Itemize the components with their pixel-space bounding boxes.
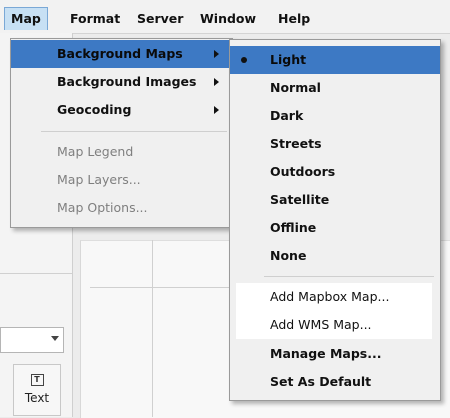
menubar-server[interactable]: Server xyxy=(131,8,189,30)
menu-item-label: Background Images xyxy=(57,74,197,89)
text-tool-button[interactable]: T Text xyxy=(13,364,61,416)
menubar-window[interactable]: Window xyxy=(194,8,262,30)
submenu-arrow-icon xyxy=(214,50,219,58)
menubar-help[interactable]: Help xyxy=(272,8,316,30)
menubar-map[interactable]: Map xyxy=(4,7,48,30)
chevron-down-icon xyxy=(51,336,59,341)
submenu-item-streets[interactable]: Streets xyxy=(230,130,440,158)
submenu-item-manage-maps[interactable]: Manage Maps... xyxy=(230,340,440,368)
menu-item-map-layers[interactable]: Map Layers... xyxy=(11,166,232,194)
text-icon: T xyxy=(30,374,44,386)
submenu-item-normal[interactable]: Normal xyxy=(230,74,440,102)
text-tool-label: Text xyxy=(24,391,50,405)
menu-item-label: Background Maps xyxy=(57,46,183,61)
menu-item-map-options[interactable]: Map Options... xyxy=(11,194,232,222)
menu-bar: Map Format Server Window Help xyxy=(0,0,450,34)
menu-separator xyxy=(41,131,227,132)
submenu-arrow-icon xyxy=(214,78,219,86)
menu-item-geocoding[interactable]: Geocoding xyxy=(11,96,232,124)
submenu-arrow-icon xyxy=(214,106,219,114)
submenu-item-add-wms-map[interactable]: Add WMS Map... xyxy=(236,311,432,339)
background-maps-submenu: Light Normal Dark Streets Outdoors Satel… xyxy=(229,39,441,401)
submenu-item-add-mapbox-map[interactable]: Add Mapbox Map... xyxy=(236,283,432,311)
menu-item-label: Geocoding xyxy=(57,102,132,117)
submenu-item-light[interactable]: Light xyxy=(230,46,440,74)
submenu-item-set-as-default[interactable]: Set As Default xyxy=(230,368,440,396)
canvas-gridline xyxy=(152,240,153,417)
submenu-item-outdoors[interactable]: Outdoors xyxy=(230,158,440,186)
menu-item-map-legend[interactable]: Map Legend xyxy=(11,138,232,166)
selected-bullet-icon xyxy=(241,57,247,63)
menu-item-background-images[interactable]: Background Images xyxy=(11,68,232,96)
panel-divider xyxy=(0,273,72,274)
menubar-format[interactable]: Format xyxy=(64,8,126,30)
menu-separator xyxy=(264,276,434,277)
submenu-item-offline[interactable]: Offline xyxy=(230,214,440,242)
canvas-gridline xyxy=(90,287,240,288)
map-menu: Background Maps Background Images Geocod… xyxy=(10,38,233,228)
panel-dropdown[interactable] xyxy=(0,327,64,353)
submenu-item-dark[interactable]: Dark xyxy=(230,102,440,130)
menu-item-background-maps[interactable]: Background Maps xyxy=(11,40,232,68)
submenu-item-satellite[interactable]: Satellite xyxy=(230,186,440,214)
submenu-item-label: Light xyxy=(270,52,307,67)
submenu-item-none[interactable]: None xyxy=(230,242,440,270)
